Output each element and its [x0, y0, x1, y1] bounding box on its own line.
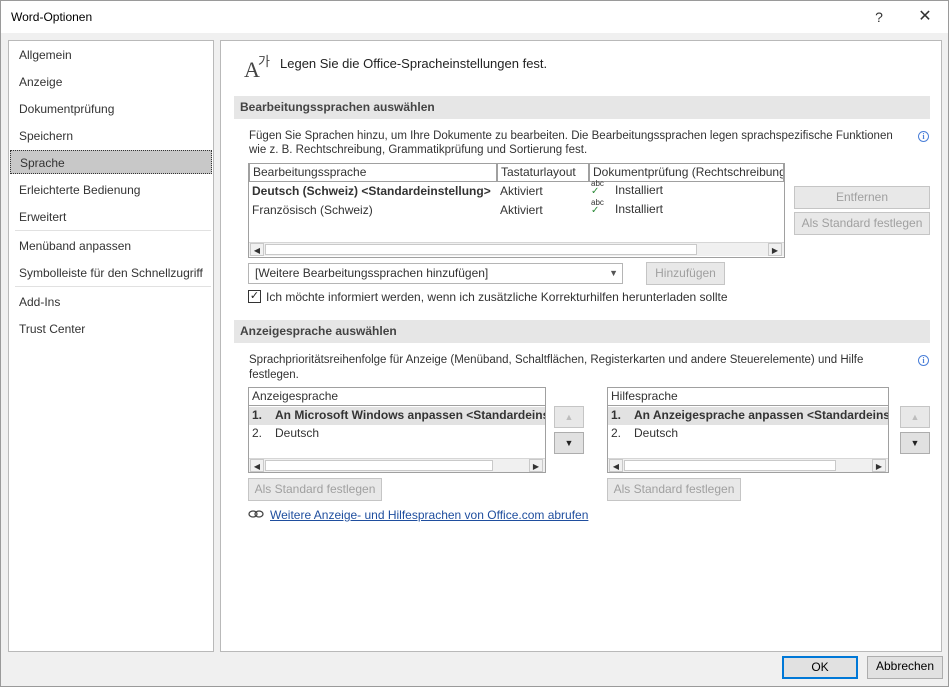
scroll-right-icon[interactable]: ▶ [872, 459, 886, 472]
dropdown-value: [Weitere Bearbeitungssprachen hinzufügen… [255, 266, 489, 280]
editing-row-language[interactable]: Deutsch (Schweiz) <Standardeinstellung> [252, 184, 491, 198]
move-down-button[interactable]: ▼ [900, 432, 930, 454]
sidebar-item-speichern[interactable]: Speichern [9, 124, 213, 148]
editing-row-language[interactable]: Französisch (Schweiz) [252, 203, 373, 217]
page-heading: Legen Sie die Office-Spracheinstellungen… [280, 56, 548, 71]
sidebar-item-dokumentpruefung[interactable]: Dokumentprüfung [9, 97, 213, 121]
title-bar: Word-Optionen ? ✕ [1, 1, 948, 33]
chevron-down-icon: ▼ [609, 268, 618, 278]
display-section-heading: Anzeigesprache auswählen [234, 320, 930, 343]
sidebar-item-allgemein[interactable]: Allgemein [9, 43, 213, 67]
display-list-header: Anzeigesprache [249, 388, 545, 406]
display-language-item[interactable]: An Microsoft Windows anpassen <Standarde… [275, 408, 545, 422]
editing-row-proofing: Installiert [615, 183, 664, 197]
move-down-button[interactable]: ▼ [554, 432, 584, 454]
display-language-list[interactable]: Anzeigesprache 1. An Microsoft Windows a… [248, 387, 546, 473]
editing-row-keyboard: Aktiviert [500, 203, 543, 217]
horizontal-scrollbar[interactable]: ◀ ▶ [608, 458, 888, 472]
window-title: Word-Optionen [11, 10, 93, 24]
display-description: Sprachprioritätsreihenfolge für Anzeige … [249, 354, 864, 366]
sidebar-item-sprache[interactable]: Sprache [10, 150, 212, 174]
sidebar-divider [15, 230, 211, 231]
editing-section-heading: Bearbeitungssprachen auswählen [234, 96, 930, 119]
sidebar-item-schnellzugriff[interactable]: Symbolleiste für den Schnellzugriff [9, 261, 213, 285]
scroll-left-icon[interactable]: ◀ [250, 459, 264, 472]
help-button[interactable]: ? [859, 5, 899, 29]
proofing-abc-icon: abc ✓ [591, 180, 604, 196]
scroll-thumb[interactable] [265, 460, 493, 471]
options-dialog: Word-Optionen ? ✕ Allgemein Anzeige Doku… [0, 0, 949, 687]
sidebar-item-trust-center[interactable]: Trust Center [9, 317, 213, 341]
help-language-list[interactable]: Hilfesprache 1. An Anzeigesprache anpass… [607, 387, 889, 473]
set-default-help-button[interactable]: Als Standard festlegen [607, 478, 741, 501]
scroll-right-icon[interactable]: ▶ [529, 459, 543, 472]
column-header-proofing[interactable]: Dokumentprüfung (Rechtschreibung [589, 164, 784, 182]
scroll-left-icon[interactable]: ◀ [609, 459, 623, 472]
set-default-editing-button[interactable]: Als Standard festlegen [794, 212, 930, 235]
display-language-item[interactable]: Deutsch [275, 426, 319, 440]
column-header-language[interactable]: Bearbeitungssprache [249, 164, 497, 182]
editing-language-list[interactable]: Bearbeitungssprache Tastaturlayout Dokum… [248, 163, 785, 258]
editing-row-proofing: Installiert [615, 202, 664, 216]
notify-checkbox-label[interactable]: Ich möchte informiert werden, wenn ich z… [266, 290, 728, 304]
add-language-dropdown[interactable]: [Weitere Bearbeitungssprachen hinzufügen… [248, 263, 623, 284]
sidebar-item-add-ins[interactable]: Add-Ins [9, 290, 213, 314]
help-list-header: Hilfesprache [608, 388, 888, 406]
svg-text:가: 가 [258, 55, 270, 70]
priority-number: 1. [252, 408, 263, 422]
remove-language-button[interactable]: Entfernen [794, 186, 930, 209]
priority-number: 2. [252, 426, 263, 440]
horizontal-scrollbar[interactable]: ◀ ▶ [249, 242, 784, 256]
options-sidebar: Allgemein Anzeige Dokumentprüfung Speich… [8, 40, 214, 652]
proofing-abc-icon: abc ✓ [591, 199, 604, 215]
scroll-right-icon[interactable]: ▶ [768, 243, 782, 256]
sidebar-item-anzeige[interactable]: Anzeige [9, 70, 213, 94]
horizontal-scrollbar[interactable]: ◀ ▶ [249, 458, 545, 472]
add-language-button[interactable]: Hinzufügen [646, 262, 725, 285]
notify-checkbox[interactable]: ✓ [248, 290, 261, 303]
priority-number: 2. [611, 426, 622, 440]
cancel-button[interactable]: Abbrechen [867, 656, 943, 679]
sidebar-item-erweitert[interactable]: Erweitert [9, 205, 213, 229]
display-description: festlegen. [249, 369, 299, 381]
sidebar-item-menueband-anpassen[interactable]: Menüband anpassen [9, 234, 213, 258]
sidebar-item-erleichterte-bedienung[interactable]: Erleichterte Bedienung [9, 178, 213, 202]
info-icon[interactable]: i [918, 131, 929, 142]
help-language-item[interactable]: An Anzeigesprache anpassen <Standardeins… [634, 408, 888, 422]
close-button[interactable]: ✕ [905, 5, 945, 29]
move-up-button[interactable]: ▲ [900, 406, 930, 428]
move-up-button[interactable]: ▲ [554, 406, 584, 428]
help-language-item[interactable]: Deutsch [634, 426, 678, 440]
priority-number: 1. [611, 408, 622, 422]
scroll-thumb[interactable] [265, 244, 697, 255]
info-icon[interactable]: i [918, 355, 929, 366]
column-header-keyboard[interactable]: Tastaturlayout [497, 164, 589, 182]
ok-button[interactable]: OK [782, 656, 858, 679]
more-languages-link[interactable]: Weitere Anzeige- und Hilfesprachen von O… [270, 508, 588, 522]
set-default-display-button[interactable]: Als Standard festlegen [248, 478, 382, 501]
scroll-thumb[interactable] [624, 460, 836, 471]
scroll-left-icon[interactable]: ◀ [250, 243, 264, 256]
sidebar-divider [15, 286, 211, 287]
language-panel: A 가 Legen Sie die Office-Spracheinstellu… [220, 40, 942, 652]
editing-description: Fügen Sie Sprachen hinzu, um Ihre Dokume… [249, 130, 893, 156]
link-icon [248, 510, 264, 518]
editing-row-keyboard: Aktiviert [500, 184, 543, 198]
language-icon: A 가 [244, 55, 270, 81]
